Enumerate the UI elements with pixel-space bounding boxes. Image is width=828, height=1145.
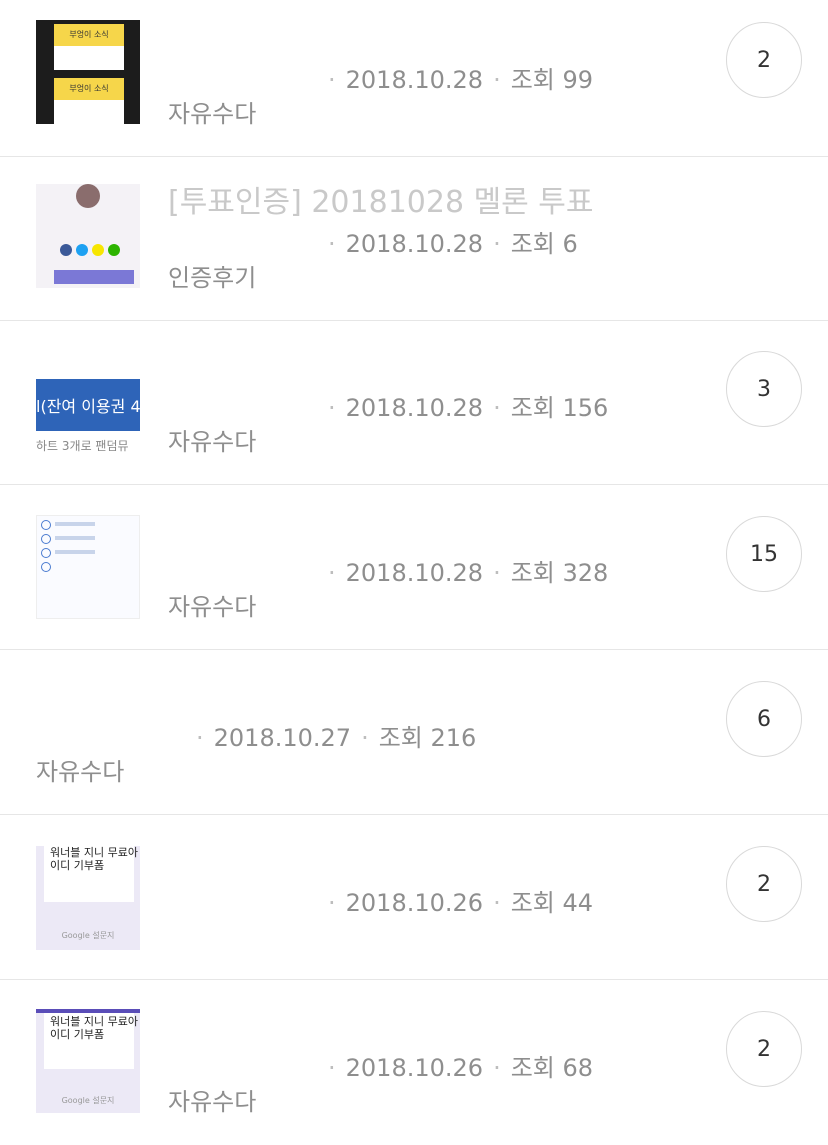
- post-thumbnail: l(잔여 이용권 4 하트 3개로 팬덤뮤: [36, 351, 140, 455]
- post-thumbnail: 워너블 지니 무료아 이디 기부폼 Google 설문지: [36, 1009, 140, 1113]
- post-category: 자유수다: [168, 593, 257, 621]
- post-views: 조회 44: [510, 889, 594, 917]
- post-row-1[interactable]: 부엉이 소식 부엉이 소식 · 2018.10.28 · 조회 99 자유수다 2: [0, 0, 828, 157]
- post-thumbnail: [36, 184, 140, 288]
- post-row-3[interactable]: l(잔여 이용권 4 하트 3개로 팬덤뮤 · 2018.10.28 · 조회 156…: [0, 321, 828, 485]
- post-meta: · 2018.10.28 · 조회 6: [328, 230, 578, 258]
- post-thumbnail: [36, 515, 140, 619]
- post-category: 자유수다: [168, 100, 257, 128]
- post-row-6[interactable]: 워너블 지니 무료아 이디 기부폼 Google 설문지 · 2018.10.26…: [0, 816, 828, 980]
- post-category: 자유수다: [168, 1088, 257, 1116]
- post-title: [투표인증] 20181028 멜론 투표: [168, 185, 594, 220]
- post-views: 조회 6: [510, 230, 578, 258]
- post-views: 조회 156: [510, 394, 609, 422]
- post-date: 2018.10.26: [345, 889, 484, 917]
- post-date: 2018.10.27: [213, 724, 352, 752]
- post-meta: · 2018.10.27 · 조회 216: [196, 724, 477, 752]
- post-row-4[interactable]: · 2018.10.28 · 조회 328 자유수다 15: [0, 486, 828, 650]
- post-thumbnail: 부엉이 소식 부엉이 소식: [36, 20, 140, 124]
- post-meta: · 2018.10.28 · 조회 328: [328, 559, 609, 587]
- post-category: 자유수다: [168, 428, 257, 456]
- post-row-5[interactable]: · 2018.10.27 · 조회 216 자유수다 6: [0, 651, 828, 815]
- post-meta: · 2018.10.26 · 조회 44: [328, 889, 594, 917]
- post-row-7[interactable]: 워너블 지니 무료아 이디 기부폼 Google 설문지 · 2018.10.26…: [0, 981, 828, 1145]
- post-date: 2018.10.28: [345, 66, 484, 94]
- post-row-2[interactable]: [투표인증] 20181028 멜론 투표 · 2018.10.28 · 조회 6 인…: [0, 157, 828, 321]
- post-meta: · 2018.10.28 · 조회 99: [328, 66, 594, 94]
- comment-count-badge[interactable]: 2: [726, 1011, 802, 1087]
- comment-count-badge[interactable]: 2: [726, 22, 802, 98]
- post-views: 조회 328: [510, 559, 609, 587]
- comment-count-badge[interactable]: 15: [726, 516, 802, 592]
- post-date: 2018.10.28: [345, 230, 484, 258]
- post-thumbnail: 워너블 지니 무료아 이디 기부폼 Google 설문지: [36, 846, 140, 950]
- post-date: 2018.10.28: [345, 559, 484, 587]
- post-meta: · 2018.10.26 · 조회 68: [328, 1054, 594, 1082]
- comment-count-badge[interactable]: 3: [726, 351, 802, 427]
- post-date: 2018.10.28: [345, 394, 484, 422]
- post-views: 조회 99: [510, 66, 594, 94]
- post-views: 조회 216: [378, 724, 477, 752]
- post-date: 2018.10.26: [345, 1054, 484, 1082]
- post-meta: · 2018.10.28 · 조회 156: [328, 394, 609, 422]
- post-category: 인증후기: [168, 264, 257, 292]
- comment-count-badge[interactable]: 2: [726, 846, 802, 922]
- post-views: 조회 68: [510, 1054, 594, 1082]
- comment-count-badge[interactable]: 6: [726, 681, 802, 757]
- post-category: 자유수다: [36, 758, 125, 786]
